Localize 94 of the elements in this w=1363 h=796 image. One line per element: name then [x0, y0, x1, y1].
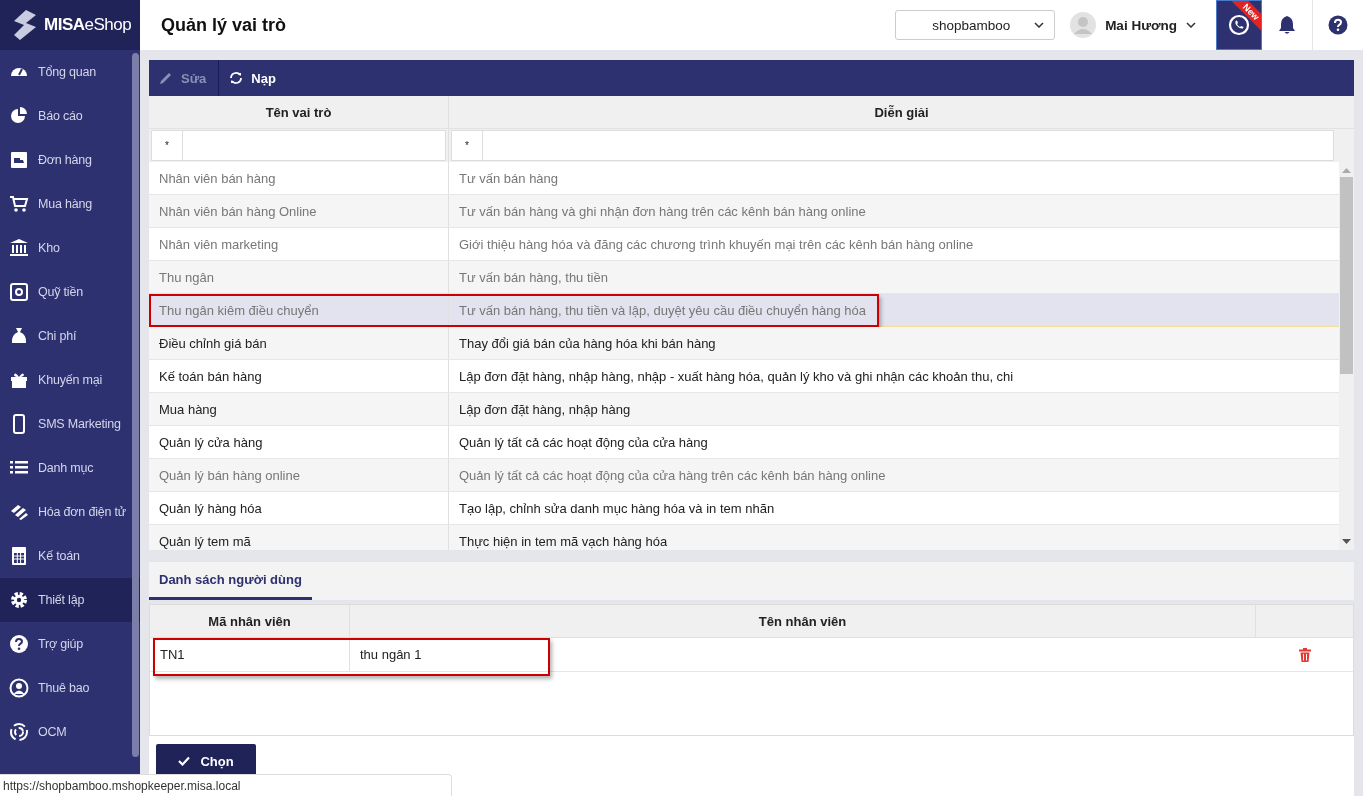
table-cell-text: Lập đơn đặt hàng, nhập hàng [458, 400, 632, 419]
pie-chart-icon [9, 106, 29, 126]
chevron-down-icon [1186, 22, 1196, 28]
layers-icon [9, 502, 29, 522]
sidebar-item[interactable]: Trợ giúp [0, 622, 131, 666]
scroll-up-icon[interactable] [1342, 168, 1351, 173]
scrollbar[interactable] [132, 53, 139, 757]
sidebar-item[interactable]: Hóa đơn điện tử [0, 490, 131, 534]
safe-icon [9, 282, 29, 302]
shop-dropdown[interactable]: shopbamboo [895, 10, 1056, 40]
table-cell: Mua hàng [149, 393, 449, 425]
brand-name: MISAeShop [44, 15, 132, 35]
scrollbar[interactable] [1339, 162, 1354, 550]
help-icon [9, 634, 29, 654]
table-cell-text: Lập đơn đặt hàng, nhập hàng, nhập - xuất hàng hóa, quản lý kho và ghi nhận các khoản thu, chi [458, 367, 1015, 386]
gift-icon [9, 370, 29, 390]
table-cell-text: Thay đổi giá bán của hàng hóa khi bán hàng [458, 334, 717, 353]
table-cell: Nhân viên bán hàng Online [149, 195, 449, 227]
table-cell: Quản lý bán hàng online [149, 459, 449, 491]
filter-operator[interactable]: * [151, 130, 183, 161]
sidebar-item[interactable]: Đơn hàng [0, 138, 131, 182]
table-row[interactable]: Quản lý cửa hàng Quản lý tất cả các hoạt động của cửa hàng [149, 426, 1339, 459]
table-cell-text: thu ngân 1 [359, 646, 423, 664]
sidebar-item[interactable]: OCM [0, 710, 131, 754]
column-header: Mã nhân viên [150, 605, 350, 637]
calculator-icon [9, 546, 29, 566]
sidebar-item[interactable]: SMS Marketing [0, 402, 131, 446]
table-row[interactable]: Điều chỉnh giá bán Thay đổi giá bán của hàng hóa khi bán hàng [149, 327, 1339, 360]
sidebar-item[interactable]: Chi phí [0, 314, 131, 358]
help-icon [1328, 15, 1348, 35]
sidebar-item[interactable]: Báo cáo [0, 94, 131, 138]
scroll-down-icon[interactable] [1342, 539, 1351, 544]
table-cell: Quản lý tem mã [149, 525, 449, 550]
table-cell: Nhân viên bán hàng [149, 162, 449, 194]
page-title: Quản lý vai trò [161, 14, 287, 36]
table-cell-text: Thực hiện in tem mã vạch hàng hóa [458, 532, 669, 550]
tab[interactable]: Danh sách người dùng [149, 562, 312, 600]
table-row[interactable]: Nhân viên bán hàng Tư vấn bán hàng [149, 162, 1339, 195]
table-cell: Quản lý cửa hàng [149, 426, 449, 458]
table-cell: Thu ngân kiêm điều chuyển [149, 294, 449, 326]
table-cell: Nhân viên marketing [149, 228, 449, 260]
table-cell-text: Tư vấn bán hàng, thu tiền và lập, duyệt yêu cầu điều chuyển hàng hóa [458, 301, 867, 320]
filter-operator[interactable]: * [451, 130, 483, 161]
table-cell-text: Tư vấn bán hàng [458, 169, 560, 188]
column-header: Diễn giải [873, 103, 930, 122]
check-icon [178, 756, 191, 766]
refresh-icon [228, 70, 245, 86]
sidebar-item[interactable]: Tổng quan [0, 50, 131, 94]
money-bag-icon [9, 326, 29, 346]
table-row[interactable]: Kế toán bán hàng Lập đơn đặt hàng, nhập hàng, nhập - xuất hàng hóa, quản lý kho và ghi nhận các khoản thu, chi [149, 360, 1339, 393]
sidebar-item[interactable]: Mua hàng [0, 182, 131, 226]
table-row[interactable]: Quản lý bán hàng online Quản lý tất cả các hoạt động của cửa hàng trên các kênh bán hàng online [149, 459, 1339, 492]
table-cell: Thu ngân [149, 261, 449, 293]
sidebar-item[interactable]: Kế toán [0, 534, 131, 578]
filter-field[interactable] [183, 130, 446, 161]
table-cell-text: Tư vấn bán hàng và ghi nhận đơn hàng trên các kênh bán hàng online [458, 202, 867, 221]
table-cell: Quản lý hàng hóa [149, 492, 449, 524]
table-row[interactable]: Thu ngân Tư vấn bán hàng, thu tiền [149, 261, 1339, 294]
table-cell: Kế toán bán hàng [149, 360, 449, 392]
table-cell-text: Giới thiệu hàng hóa và đăng các chương trình khuyến mại trên các kênh bán hàng online [458, 235, 975, 254]
user-icon [9, 678, 29, 698]
delete-icon[interactable] [1298, 647, 1311, 662]
sidebar-item[interactable]: Thuê bao [0, 666, 131, 710]
table-cell: Điều chỉnh giá bán [149, 327, 449, 359]
pencil-icon [158, 70, 174, 86]
swirl-icon [9, 722, 29, 742]
table-cell-text: Tạo lập, chỉnh sửa danh mục hàng hóa và in tem nhãn [458, 499, 776, 518]
sidebar-item[interactable]: Thiết lập [0, 578, 140, 622]
table-cell: TN1 [150, 638, 350, 671]
table-cell-text: Quản lý tất cả các hoạt động của cửa hàng [458, 433, 709, 452]
reload-button[interactable]: Nạp [219, 60, 288, 96]
avatar-icon [1070, 12, 1097, 38]
table-row[interactable]: Nhân viên marketing Giới thiệu hàng hóa và đăng các chương trình khuyến mại trên các kênh bán hàng online [149, 228, 1339, 261]
cart-icon [9, 194, 29, 214]
sidebar-item[interactable]: Danh mục [0, 446, 131, 490]
column-header: Tên nhân viên [350, 605, 1256, 637]
table-row[interactable]: Nhân viên bán hàng Online Tư vấn bán hàng và ghi nhận đơn hàng trên các kênh bán hàng online [149, 195, 1339, 228]
table-row[interactable]: Thu ngân kiêm điều chuyển Tư vấn bán hàng, thu tiền và lập, duyệt yêu cầu điều chuyển hàng hóa [149, 294, 1339, 327]
table-cell-text: Tư vấn bán hàng, thu tiền [458, 268, 609, 287]
sidebar-item[interactable]: Kho [0, 226, 131, 270]
table-row[interactable]: Quản lý tem mã Thực hiện in tem mã vạch hàng hóa [149, 525, 1339, 550]
table-row[interactable]: Quản lý hàng hóa Tạo lập, chỉnh sửa danh mục hàng hóa và in tem nhãn [149, 492, 1339, 525]
sidebar-item[interactable]: Khuyến mại [0, 358, 131, 402]
bell-icon [1278, 15, 1296, 35]
table-cell-text: Quản lý tất cả các hoạt động của cửa hàng trên các kênh bán hàng online [458, 466, 887, 485]
status-url: https://shopbamboo.mshopkeeper.misa.local [0, 774, 452, 796]
user-menu[interactable]: Mai Hương [1070, 12, 1196, 38]
sidebar-item[interactable]: Quỹ tiền [0, 270, 131, 314]
chevron-down-icon [1034, 22, 1045, 28]
table-row[interactable]: Mua hàng Lập đơn đặt hàng, nhập hàng [149, 393, 1339, 426]
bank-icon [9, 238, 29, 258]
settings-icon [9, 590, 29, 610]
filter-field[interactable] [483, 130, 1334, 161]
column-header: Tên vai trò [149, 96, 449, 128]
